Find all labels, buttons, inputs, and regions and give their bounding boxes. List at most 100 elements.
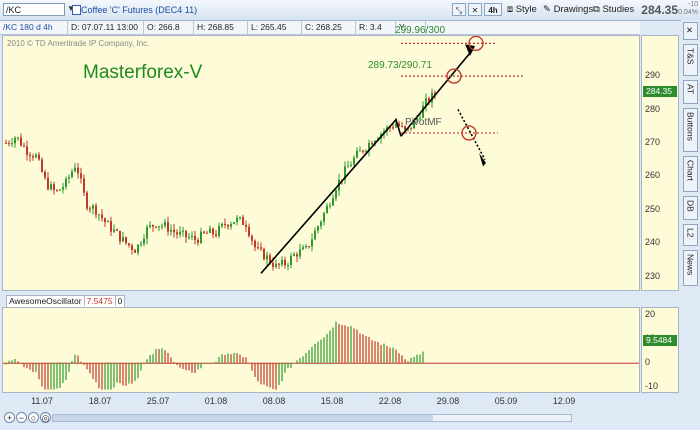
horizontal-scrollbar[interactable]	[52, 414, 572, 422]
candle-body	[53, 184, 55, 191]
sidebar-tab-at[interactable]: AT	[683, 80, 698, 104]
studies-icon: ⧉	[593, 4, 600, 15]
candle-body	[92, 205, 94, 209]
candle-body	[239, 217, 241, 219]
osc-tick-label: -10	[645, 381, 659, 392]
candle-body	[320, 221, 322, 227]
oscillator-chart[interactable]	[2, 307, 640, 393]
candle-body	[113, 229, 115, 232]
candle-body	[56, 190, 58, 192]
candle-body	[305, 246, 307, 248]
trend-line	[260, 117, 402, 274]
candle-body	[23, 145, 25, 147]
zoom-reset-icon[interactable]: ○	[28, 412, 39, 423]
date-tick-label: 18.07	[88, 396, 112, 406]
copyright-text: 2010 © TD Ameritrade IP Company, Inc.	[7, 39, 150, 48]
candle-body	[254, 240, 256, 248]
osc-zero: 0	[114, 296, 125, 306]
osc-value-tag: 9.5484	[643, 335, 677, 346]
candle-body	[74, 167, 76, 172]
candle-body	[299, 249, 301, 257]
symbol-input[interactable]: /KC	[3, 3, 65, 16]
zoom-out-icon[interactable]: −	[16, 412, 27, 423]
candle-body	[95, 205, 97, 215]
candle-body	[26, 146, 28, 155]
range-value: R: 3.4	[356, 21, 396, 34]
sidebar-tab-label: Chart	[685, 160, 696, 181]
candle-body	[164, 222, 166, 226]
info-bar: /KC 180 d 4h D: 07.07.11 13:00 O: 266.8 …	[0, 21, 640, 35]
sidebar-tab-news[interactable]: News	[683, 250, 698, 286]
price-chart[interactable]: 2010 © TD Ameritrade IP Company, Inc. Ma…	[2, 25, 640, 291]
sidebar-tab-buttons[interactable]: Buttons	[683, 108, 698, 152]
price-tick-label: 240	[645, 237, 661, 248]
candle-body	[89, 208, 91, 210]
chart-toolbar: /KC ▼ Coffee 'C' Futures (DEC4 11) ⤡ ✕ 4…	[0, 0, 700, 21]
expand-icon[interactable]: ✕	[468, 3, 482, 16]
timeframe-button[interactable]: 4h	[484, 3, 502, 16]
date-tick-label: 29.08	[436, 396, 460, 406]
date-tick-label: 11.07	[31, 396, 53, 406]
style-button[interactable]: ⧈ Style	[507, 3, 537, 17]
candle-body	[29, 154, 31, 157]
osc-name: AwesomeOscillator	[9, 296, 82, 306]
candle-body	[104, 218, 106, 223]
sidebar-tab-db[interactable]: DB	[683, 196, 698, 220]
candle-body	[308, 246, 310, 248]
low-value: L: 265.45	[248, 21, 302, 34]
candle-body	[194, 236, 196, 241]
candle-body	[260, 247, 262, 249]
candle-body	[35, 154, 37, 158]
price-tick-label: 270	[645, 136, 661, 147]
candle-body	[44, 171, 46, 178]
price-tick-label: 290	[645, 70, 661, 81]
candle-body	[392, 127, 394, 129]
candle-body	[146, 226, 148, 239]
studies-label: Studies	[602, 4, 635, 15]
studies-button[interactable]: ⧉ Studies	[593, 3, 634, 17]
sidebar-tab-chart[interactable]: Chart	[683, 156, 698, 192]
candle-body	[275, 263, 277, 268]
candle-body	[335, 190, 337, 199]
candle-body	[257, 247, 259, 249]
sidebar-tab-label: Buttons	[685, 112, 696, 141]
oscillator-axis[interactable]: -1001020 9.5484	[641, 307, 679, 393]
candle-body	[20, 137, 22, 146]
candle-body	[296, 254, 298, 257]
price-axis[interactable]: 230 240 250 260 270 280 290 284.35	[641, 35, 679, 291]
candle-body	[80, 173, 82, 179]
candle-body	[200, 231, 202, 244]
candle-body	[143, 238, 145, 244]
candle-body	[233, 222, 235, 224]
candle-body	[32, 156, 34, 158]
candle-body	[41, 159, 43, 172]
sidebar-tab-l2[interactable]: L2	[683, 224, 698, 246]
candle-body	[323, 213, 325, 222]
candle-body	[50, 184, 52, 190]
drawings-button[interactable]: ✎ Drawings	[543, 3, 593, 17]
zoom-in-icon[interactable]: +	[4, 412, 15, 423]
candle-body	[98, 214, 100, 216]
osc-value: 7.5475	[83, 296, 115, 306]
candle-body	[284, 259, 286, 266]
candle-body	[317, 226, 319, 231]
candle-body	[5, 142, 7, 144]
date-tick-label: 01.08	[204, 396, 228, 406]
sidebar-tab-label: T&S	[685, 48, 696, 65]
candle-body	[86, 192, 88, 209]
open-value: O: 266.8	[144, 21, 194, 34]
sidebar-tab-ts[interactable]: T&S	[683, 44, 698, 76]
candle-body	[65, 178, 67, 187]
candle-body	[227, 224, 229, 227]
candle-body	[212, 228, 214, 235]
style-icon: ⧈	[507, 4, 514, 15]
mid-annotation: 289.73/290.71	[368, 60, 432, 71]
sidebar-close[interactable]: ✕	[683, 22, 698, 40]
period-label: /KC 180 d 4h	[0, 21, 68, 34]
link-icon[interactable]: ⤡	[452, 3, 466, 16]
scrollbar-thumb[interactable]	[53, 415, 433, 421]
zoom-fit-icon[interactable]: ◎	[40, 412, 51, 423]
candle-body	[314, 230, 316, 240]
candle-body	[116, 229, 118, 231]
date-tick-label: 05.09	[494, 396, 518, 406]
